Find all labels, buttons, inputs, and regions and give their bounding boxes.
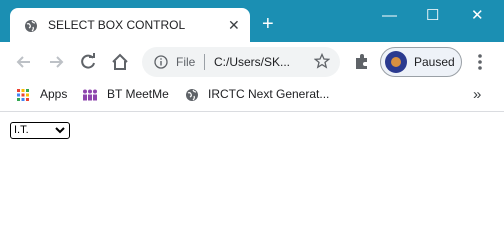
puzzle-icon[interactable] [352, 52, 372, 72]
omnibox-divider [204, 54, 205, 70]
url-text[interactable]: C:/Users/SK... [214, 55, 290, 69]
bookmark-label: Apps [40, 87, 68, 101]
url-scheme-label: File [176, 55, 196, 69]
bookmark-bt-meetme[interactable]: BT MeetMe [82, 86, 174, 104]
tab-close-button[interactable]: ✕ [228, 17, 240, 33]
page-content: I.T. [0, 112, 504, 240]
tab-title: SELECT BOX CONTROL [48, 18, 186, 32]
active-tab[interactable]: SELECT BOX CONTROL ✕ [10, 8, 250, 42]
bookmark-label: BT MeetMe [107, 87, 169, 101]
meetme-icon [83, 89, 97, 101]
bookmarks-bar: Apps BT MeetMe IRCTC Next Generat... » [0, 82, 504, 106]
bookmark-irctc[interactable]: IRCTC Next Generat... [185, 86, 329, 104]
department-select[interactable]: I.T. [10, 122, 70, 139]
back-icon[interactable] [14, 52, 34, 72]
reload-icon[interactable] [78, 52, 98, 72]
title-bar: SELECT BOX CONTROL ✕ + — ☐ ✕ [0, 0, 504, 42]
info-icon[interactable] [154, 55, 168, 69]
globe-icon [25, 20, 37, 32]
maximize-button[interactable]: ☐ [426, 8, 439, 24]
new-tab-button[interactable]: + [262, 14, 274, 34]
chevron-down-icon [55, 127, 65, 134]
profile-status-label: Paused [414, 55, 455, 69]
star-icon[interactable] [314, 53, 330, 69]
bookmark-apps[interactable]: Apps [17, 86, 69, 104]
minimize-button[interactable]: — [382, 8, 397, 24]
kebab-menu-icon[interactable] [474, 52, 486, 72]
bookmark-label: IRCTC Next Generat... [208, 87, 330, 101]
select-value: I.T. [14, 124, 29, 136]
profile-button[interactable]: Paused [380, 47, 462, 77]
window-close-button[interactable]: ✕ [471, 8, 484, 24]
address-bar[interactable]: File C:/Users/SK... [142, 47, 340, 77]
browser-toolbar: File C:/Users/SK... Paused [0, 42, 504, 82]
home-icon[interactable] [110, 52, 130, 72]
apps-grid-icon [17, 89, 29, 101]
globe-icon [186, 89, 198, 101]
bookmarks-overflow-button[interactable]: » [473, 86, 481, 103]
forward-icon[interactable] [46, 52, 66, 72]
avatar [385, 51, 407, 73]
